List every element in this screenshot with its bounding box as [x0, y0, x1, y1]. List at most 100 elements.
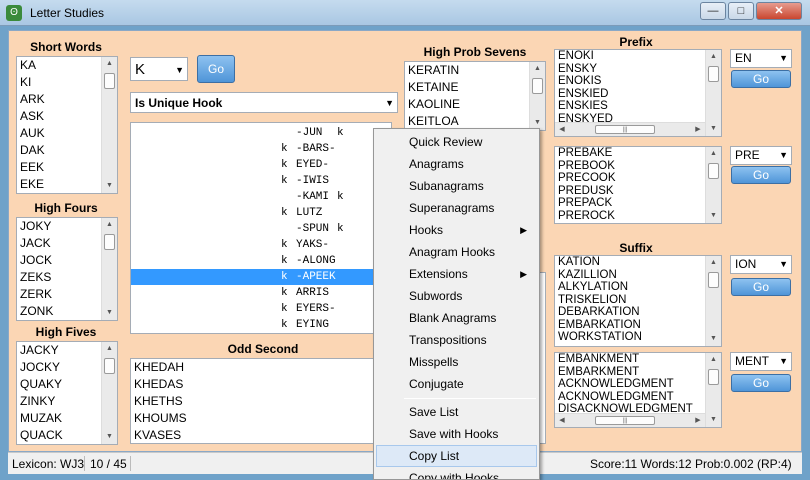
menu-item[interactable]: Quick Review	[376, 131, 537, 153]
scroll-up-icon[interactable]: ▲	[102, 218, 117, 232]
menu-item[interactable]: Hooks ▶	[376, 219, 537, 241]
scroll-thumb[interactable]	[708, 163, 719, 179]
hook-words-list[interactable]: -JUN k k -BARS-k EYED-k -IWIS -KAMI k k LUTZ -SPUN…	[130, 122, 392, 334]
scroll-down-icon[interactable]: ▼	[102, 306, 117, 320]
suffix-combo-1[interactable]: ION ▼	[730, 255, 792, 274]
scroll-thumb[interactable]	[708, 272, 719, 288]
list-item[interactable]: KERATIN	[405, 62, 545, 79]
scroll-thumb[interactable]	[708, 66, 719, 82]
vertical-scrollbar[interactable]: ▲▼	[101, 57, 117, 193]
prefix-combo-2[interactable]: PRE ▼	[730, 146, 792, 165]
list-item[interactable]: ENOKI	[555, 50, 721, 63]
list-item[interactable]: KVASES	[131, 427, 391, 443]
list-item[interactable]: ALKYLATION	[555, 281, 721, 294]
list-item[interactable]: PREBAKE	[555, 147, 721, 160]
list-item[interactable]: KHEDAH	[131, 359, 391, 376]
prefix-combo-1[interactable]: EN ▼	[730, 49, 792, 68]
scroll-thumb[interactable]	[104, 358, 115, 374]
high-fours-list[interactable]: JOKY JACK JOCK ZEKS ZERK ZONK ▲ ▼	[16, 217, 118, 321]
list-item[interactable]: KHOUMS	[131, 410, 391, 427]
scroll-thumb[interactable]: |||	[595, 125, 655, 134]
suffix-go-button-1[interactable]: Go	[731, 278, 791, 296]
menu-item[interactable]: Anagrams	[376, 153, 537, 175]
list-item[interactable]: ENSKY	[555, 63, 721, 76]
hook-row[interactable]: k ARRIS	[131, 285, 374, 301]
hook-row[interactable]: k -BARS-	[131, 141, 374, 157]
scroll-down-icon[interactable]: ▼	[706, 209, 721, 223]
scroll-left-icon[interactable]: ◀	[555, 414, 569, 427]
hook-row[interactable]: k YAKS-	[131, 237, 374, 253]
scroll-thumb[interactable]	[104, 73, 115, 89]
high-prob-sevens-list[interactable]: KERATIN KETAINE KAOLINE KEITLOA ▲ ▼	[404, 61, 546, 131]
menu-item[interactable]: Save with Hooks	[376, 423, 537, 445]
list-item[interactable]: DEBARKATION	[555, 306, 721, 319]
prefix-go-button-1[interactable]: Go	[731, 70, 791, 88]
scroll-up-icon[interactable]: ▲	[102, 57, 117, 71]
list-item[interactable]: KAOLINE	[405, 96, 545, 113]
vertical-scrollbar[interactable]: ▲▼	[705, 50, 721, 136]
vertical-scrollbar[interactable]: ▲▼	[101, 218, 117, 320]
list-item[interactable]: PREDUSK	[555, 185, 721, 198]
scroll-down-icon[interactable]: ▼	[102, 179, 117, 193]
high-fives-list[interactable]: JACKY JOCKY QUAKY ZINKY MUZAK QUACK ▲ ▼	[16, 341, 118, 445]
scroll-down-icon[interactable]: ▼	[102, 430, 117, 444]
scroll-up-icon[interactable]: ▲	[530, 62, 545, 76]
menu-item[interactable]: Save List	[376, 401, 537, 423]
vertical-scrollbar[interactable]: ▲▼	[529, 62, 545, 130]
maximize-button[interactable]: □	[728, 2, 754, 20]
menu-item[interactable]: Subwords	[376, 285, 537, 307]
suffix-combo-2[interactable]: MENT ▼	[730, 352, 792, 371]
hook-row[interactable]: k -APEEK	[131, 269, 374, 285]
vertical-scrollbar[interactable]: ▲▼	[705, 147, 721, 223]
list-item[interactable]: ACKNOWLEDGMENT	[555, 391, 721, 404]
suffix-go-button-2[interactable]: Go	[731, 374, 791, 392]
horizontal-scrollbar[interactable]: ◀ ||| ▶	[555, 413, 705, 427]
hook-row[interactable]: -KAMI k	[131, 189, 374, 205]
scroll-down-icon[interactable]: ▼	[706, 332, 721, 346]
prefix-list-1[interactable]: ENOKI ENSKY ENOKIS ENSKIED ENSKIES ENSKYED ▲ ▼ ◀…	[554, 49, 722, 137]
list-item[interactable]: PREBOOK	[555, 160, 721, 173]
list-item[interactable]: EMBANKMENT	[555, 353, 721, 366]
scroll-thumb[interactable]: |||	[595, 416, 655, 425]
scroll-right-icon[interactable]: ▶	[691, 123, 705, 136]
menu-item[interactable]: Transpositions	[376, 329, 537, 351]
hook-row[interactable]: -SPUN k	[131, 221, 374, 237]
menu-item[interactable]: Blank Anagrams	[376, 307, 537, 329]
list-item[interactable]: PRECOOK	[555, 172, 721, 185]
scroll-left-icon[interactable]: ◀	[555, 123, 569, 136]
menu-item[interactable]: Subanagrams	[376, 175, 537, 197]
list-item[interactable]: KATION	[555, 256, 721, 269]
prefix-go-button-2[interactable]: Go	[731, 166, 791, 184]
prefix-list-2[interactable]: PREBAKE PREBOOK PRECOOK PREDUSK PREPACK PRERO…	[554, 146, 722, 224]
list-item[interactable]: EMBARKMENT	[555, 366, 721, 379]
menu-item[interactable]: Conjugate	[376, 373, 537, 395]
scroll-right-icon[interactable]: ▶	[691, 414, 705, 427]
suffix-list-2[interactable]: EMBANKMENT EMBARKMENT ACKNOWLEDGMENT ACKNOW…	[554, 352, 722, 428]
scroll-thumb[interactable]	[708, 369, 719, 385]
menu-item[interactable]: Copy List	[376, 445, 537, 467]
hook-row[interactable]: k EYING	[131, 317, 374, 333]
hook-row[interactable]: k EYED-	[131, 157, 374, 173]
menu-item[interactable]: Superanagrams	[376, 197, 537, 219]
list-item[interactable]: ACKNOWLEDGMENT	[555, 378, 721, 391]
hook-type-combo[interactable]: Is Unique Hook ▼	[130, 92, 398, 113]
letter-combo[interactable]: K ▼	[130, 57, 188, 81]
scroll-thumb[interactable]	[532, 78, 543, 94]
menu-item[interactable]: Copy with Hooks	[376, 467, 537, 479]
scroll-up-icon[interactable]: ▲	[706, 256, 721, 270]
list-item[interactable]: KETAINE	[405, 79, 545, 96]
list-item[interactable]: KHETHS	[131, 393, 391, 410]
suffix-list-1[interactable]: KATION KAZILLION ALKYLATION TRISKELION DEBAR…	[554, 255, 722, 347]
hook-row[interactable]: k -IWIS	[131, 173, 374, 189]
scroll-up-icon[interactable]: ▲	[102, 342, 117, 356]
list-item[interactable]: PREPACK	[555, 197, 721, 210]
letter-go-button[interactable]: Go	[197, 55, 235, 83]
scroll-up-icon[interactable]: ▲	[706, 50, 721, 64]
menu-item[interactable]: Extensions ▶	[376, 263, 537, 285]
hook-row[interactable]: -JUN k	[131, 125, 374, 141]
list-item[interactable]: ENSKIED	[555, 88, 721, 101]
close-button[interactable]: ✕	[756, 2, 802, 20]
list-item[interactable]: WORKSTATION	[555, 331, 721, 344]
short-words-list[interactable]: KA KI ARK ASK AUK DAK EEK EKE ▲ ▼	[16, 56, 118, 194]
scroll-up-icon[interactable]: ▲	[706, 353, 721, 367]
